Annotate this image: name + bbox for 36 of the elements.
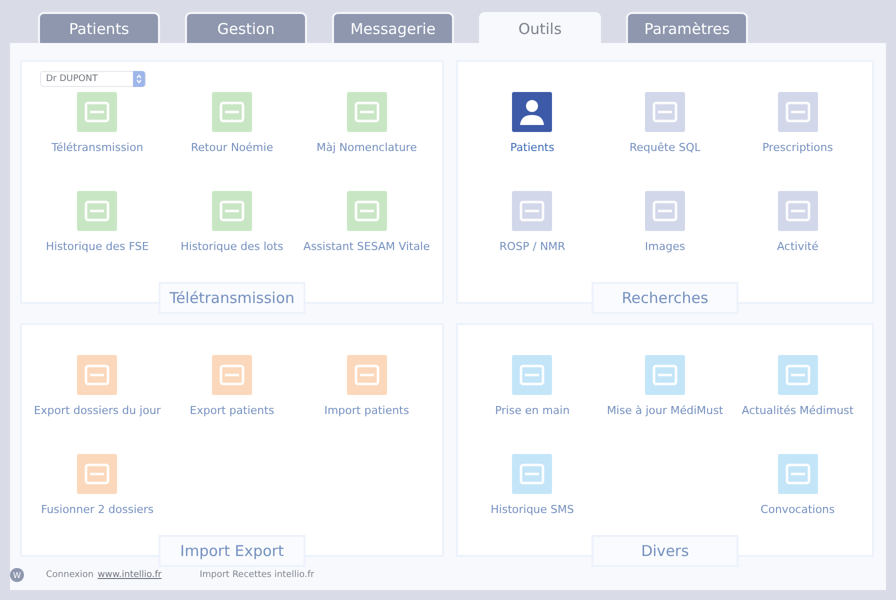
tab[interactable]: Patients [38, 12, 160, 43]
tab[interactable]: Gestion [185, 12, 307, 43]
logo-badge: W [10, 568, 24, 582]
tool-label[interactable]: Télétransmission [51, 141, 144, 155]
tool-label[interactable]: Retour Noémie [190, 141, 274, 155]
tool-label[interactable]: Export dossiers du jour [34, 404, 161, 418]
tool-label[interactable]: Activité [776, 240, 818, 254]
connexion-label: Connexion [46, 570, 94, 580]
tool-label[interactable]: Patients [510, 141, 554, 155]
tool-label[interactable]: Prise en main [494, 404, 570, 418]
section-legend: Télétransmission [158, 282, 306, 314]
tool-label[interactable]: Historique des lots [180, 240, 284, 254]
tool-label[interactable]: Export patients [190, 404, 274, 418]
tab[interactable]: Messagerie [332, 12, 454, 43]
section-legend: Divers [592, 535, 738, 567]
tool-label[interactable]: Import patients [324, 404, 410, 418]
import-link[interactable]: Import Recettes intellio.fr [200, 570, 314, 580]
tool-label[interactable]: Historique des FSE [46, 240, 149, 254]
tab[interactable]: Outils [479, 12, 601, 43]
stepper-icon [133, 71, 145, 87]
website-link[interactable]: www.intellio.fr [98, 570, 162, 580]
tool-label[interactable]: Historique SMS [490, 503, 574, 517]
section-legend: Recherches [592, 282, 738, 314]
tool-label[interactable]: Convocations [760, 503, 835, 517]
tool-label[interactable]: Prescriptions [762, 141, 833, 155]
tool-label[interactable]: Images [644, 240, 686, 254]
doctor-select[interactable]: Dr DUPONT [40, 71, 146, 87]
tool-label[interactable]: Màj Nomenclature [316, 141, 417, 155]
tool-label[interactable]: ROSP / NMR [499, 240, 566, 254]
section-legend: Import Export [158, 535, 306, 567]
tool-label[interactable]: Fusionner 2 dossiers [40, 503, 154, 517]
tool-label[interactable]: Actualités Médimust [742, 404, 854, 418]
tool-label[interactable]: Assistant SESAM Vitale [303, 240, 430, 254]
tab[interactable]: Paramètres [626, 12, 748, 43]
tool-label[interactable]: Requête SQL [630, 141, 700, 155]
tool-label[interactable]: Mise à jour MédiMust [606, 404, 724, 418]
